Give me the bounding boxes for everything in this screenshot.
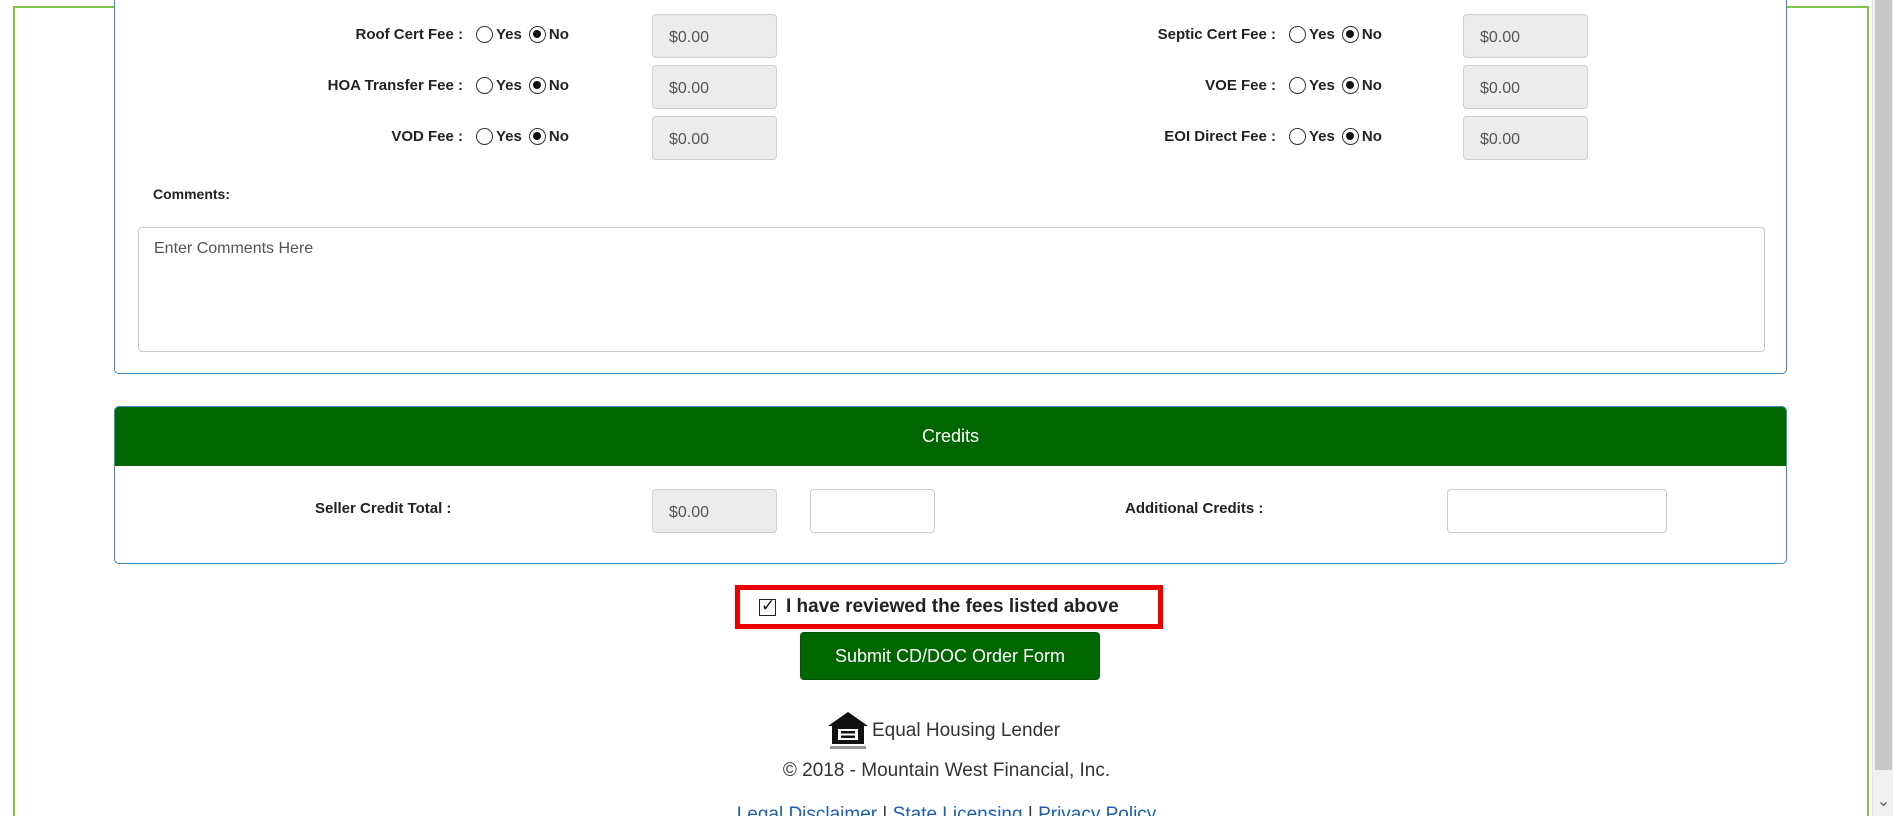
radio-yes-icon[interactable]: [1289, 127, 1306, 145]
radio-yes-label: Yes: [1309, 25, 1335, 43]
radio-no-label: No: [548, 76, 569, 94]
radio-no-checked-icon[interactable]: [1341, 25, 1359, 43]
radio-no[interactable]: No: [1341, 76, 1382, 94]
radio-no[interactable]: No: [1341, 127, 1382, 145]
radio-no[interactable]: No: [528, 127, 569, 145]
fee-amount-field: $0.00: [1463, 116, 1588, 160]
fee-amount-field: $0.00: [1463, 14, 1588, 58]
radio-yes[interactable]: Yes: [1289, 76, 1335, 94]
radio-yes[interactable]: Yes: [476, 127, 522, 145]
radio-yes-label: Yes: [1309, 127, 1335, 145]
legal-disclaimer-link[interactable]: Legal Disclaimer: [737, 804, 877, 816]
radio-yes-icon[interactable]: [1289, 25, 1306, 43]
radio-no-label: No: [1361, 127, 1382, 145]
equal-housing-icon: [828, 712, 868, 749]
submit-order-button[interactable]: Submit CD/DOC Order Form: [800, 632, 1100, 680]
radio-yes[interactable]: Yes: [476, 25, 522, 43]
fee-row: Roof Cert Fee : Yes No $0.00 Septic Cert…: [115, 14, 1786, 58]
vertical-scrollbar[interactable]: ⌄: [1872, 0, 1893, 816]
fee-amount-field: $0.00: [652, 116, 777, 160]
radio-yes-label: Yes: [496, 127, 522, 145]
credits-header: Credits: [115, 407, 1786, 466]
radio-no[interactable]: No: [528, 76, 569, 94]
comments-label: Comments:: [153, 186, 231, 202]
comments-textarea[interactable]: [138, 227, 1765, 352]
fee-label: Roof Cert Fee :: [355, 26, 463, 43]
radio-no[interactable]: No: [528, 25, 569, 43]
radio-yes[interactable]: Yes: [476, 76, 522, 94]
radio-yes-icon[interactable]: [1289, 76, 1306, 94]
fee-label: Septic Cert Fee :: [1157, 26, 1276, 43]
fee-amount-field: $0.00: [1463, 65, 1588, 109]
radio-yes-label: Yes: [1309, 76, 1335, 94]
review-confirmation[interactable]: I have reviewed the fees listed above: [735, 585, 1163, 629]
radio-yes-label: Yes: [496, 25, 522, 43]
radio-no-checked-icon[interactable]: [528, 25, 546, 43]
radio-no-checked-icon[interactable]: [528, 127, 546, 145]
fee-radio-group: Yes No: [1289, 124, 1389, 148]
radio-no-checked-icon[interactable]: [1341, 127, 1359, 145]
fee-radio-group: Yes No: [476, 73, 576, 97]
equal-housing-text: Equal Housing Lender: [872, 720, 1061, 741]
fee-label: EOI Direct Fee :: [1164, 128, 1276, 145]
footer-separator: |: [882, 804, 888, 816]
footer-separator: |: [1027, 804, 1033, 816]
copyright-text: © 2018 - Mountain West Financial, Inc.: [782, 760, 1111, 781]
fee-label: VOE Fee :: [1205, 77, 1276, 94]
fee-radio-group: Yes No: [476, 22, 576, 46]
radio-no-label: No: [548, 25, 569, 43]
radio-yes-label: Yes: [496, 76, 522, 94]
scrollbar-thumb[interactable]: [1875, 0, 1892, 770]
additional-credits-label: Additional Credits :: [1125, 500, 1264, 517]
fee-radio-group: Yes No: [1289, 73, 1389, 97]
fee-radio-group: Yes No: [1289, 22, 1389, 46]
fees-panel: Roof Cert Fee : Yes No $0.00 Septic Cert…: [114, 0, 1787, 374]
radio-yes[interactable]: Yes: [1289, 25, 1335, 43]
scroll-down-arrow-icon[interactable]: ⌄: [1873, 793, 1893, 809]
fee-radio-group: Yes No: [476, 124, 576, 148]
review-checkbox[interactable]: [759, 596, 776, 616]
privacy-policy-link[interactable]: Privacy Policy: [1038, 804, 1156, 816]
fee-amount-field: $0.00: [652, 14, 777, 58]
credits-panel: Credits Seller Credit Total : $0.00 Addi…: [114, 406, 1787, 564]
radio-yes-icon[interactable]: [476, 127, 493, 145]
seller-credit-label: Seller Credit Total :: [315, 500, 452, 517]
radio-no-label: No: [548, 127, 569, 145]
seller-credit-amount: $0.00: [652, 489, 777, 533]
additional-credits-input[interactable]: [1447, 489, 1667, 533]
fee-row: VOD Fee : Yes No $0.00 EOI Direct Fee : …: [115, 116, 1786, 160]
radio-no[interactable]: No: [1341, 25, 1382, 43]
fee-label: HOA Transfer Fee :: [327, 77, 463, 94]
radio-yes-icon[interactable]: [476, 25, 493, 43]
radio-no-checked-icon[interactable]: [1341, 76, 1359, 94]
footer-links: Legal Disclaimer | State Licensing | Pri…: [0, 804, 1893, 816]
radio-yes-icon[interactable]: [476, 76, 493, 94]
seller-credit-input[interactable]: [810, 489, 935, 533]
radio-no-label: No: [1361, 25, 1382, 43]
fee-label: VOD Fee :: [391, 128, 463, 145]
state-licensing-link[interactable]: State Licensing: [893, 804, 1023, 816]
radio-no-label: No: [1361, 76, 1382, 94]
review-label: I have reviewed the fees listed above: [786, 596, 1119, 617]
radio-yes[interactable]: Yes: [1289, 127, 1335, 145]
fee-amount-field: $0.00: [652, 65, 777, 109]
radio-no-checked-icon[interactable]: [528, 76, 546, 94]
fee-row: HOA Transfer Fee : Yes No $0.00 VOE Fee …: [115, 65, 1786, 109]
equal-housing-lender: Equal Housing Lender: [826, 710, 1060, 752]
